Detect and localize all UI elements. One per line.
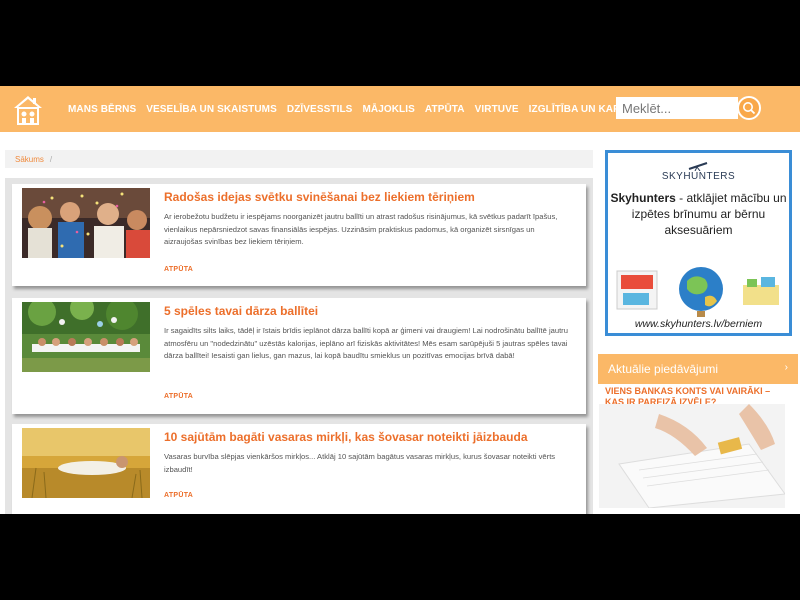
nav-dzivesstils[interactable]: DZĪVESSTILS xyxy=(287,104,353,115)
ad-brand: Skyhunters xyxy=(610,191,676,205)
article-title[interactable]: 10 sajūtām bagāti vasaras mirkļi, kas šo… xyxy=(164,430,574,445)
article-body: 5 spēles tavai dārza ballītei Ir sagaidī… xyxy=(164,304,574,363)
search-icon xyxy=(743,102,756,115)
article-excerpt: Ir sagaidīts silts laiks, tādēļ ir īstai… xyxy=(164,326,568,360)
article-body: Radošas idejas svētku svinēšanai bez lie… xyxy=(164,190,574,249)
search-button[interactable] xyxy=(737,96,761,120)
article-excerpt: Vasaras burvība slēpjas vienkāršos mirkļ… xyxy=(164,452,556,474)
main-nav: MANS BĒRNS VESELĪBA UN SKAISTUMS DZĪVESS… xyxy=(68,86,648,132)
browser-viewport: MANS BĒRNS VESELĪBA UN SKAISTUMS DZĪVESS… xyxy=(0,86,800,514)
article-category[interactable]: ATPŪTA xyxy=(164,393,193,400)
search-box xyxy=(616,96,761,121)
breadcrumb-separator: / xyxy=(49,154,53,164)
article-card[interactable]: 10 sajūtām bagāti vasaras mirkļi, kas šo… xyxy=(12,424,586,514)
ad-title: Skyhunters - atklājiet mācību un izpētes… xyxy=(608,190,789,238)
article-body: 10 sajūtām bagāti vasaras mirkļi, kas šo… xyxy=(164,430,574,476)
article-thumbnail[interactable] xyxy=(22,302,150,372)
article-list: Radošas idejas svētku svinēšanai bez lie… xyxy=(5,178,593,514)
skyhunters-logo: SKYHUNTERS xyxy=(608,161,789,182)
offers-heading: Aktuālie piedāvājumi xyxy=(608,362,719,376)
article-title[interactable]: Radošas idejas svētku svinēšanai bez lie… xyxy=(164,190,574,205)
nav-atputa[interactable]: ATPŪTA xyxy=(425,104,465,115)
article-thumbnail[interactable] xyxy=(22,188,150,258)
search-input[interactable] xyxy=(616,97,738,119)
nav-veseliba[interactable]: VESELĪBA UN SKAISTUMS xyxy=(146,104,277,115)
article-category[interactable]: ATPŪTA xyxy=(164,492,193,499)
article-card[interactable]: Radošas idejas svētku svinēšanai bez lie… xyxy=(12,184,586,286)
nav-mans-berns[interactable]: MANS BĒRNS xyxy=(68,104,136,115)
ad-products-image xyxy=(616,267,779,317)
ad-url[interactable]: www.skyhunters.lv/berniem xyxy=(608,318,789,330)
breadcrumb: Sākums / xyxy=(5,150,593,168)
article-thumbnail[interactable] xyxy=(22,428,150,498)
chevron-right-icon[interactable]: › xyxy=(785,362,788,373)
skyhunters-ad[interactable]: SKYHUNTERS Skyhunters - atklājiet mācību… xyxy=(605,150,792,336)
offers-header[interactable]: Aktuālie piedāvājumi › xyxy=(598,354,798,384)
house-logo-icon[interactable] xyxy=(12,94,44,126)
breadcrumb-home[interactable]: Sākums xyxy=(15,155,44,164)
site-header: MANS BĒRNS VESELĪBA UN SKAISTUMS DZĪVESS… xyxy=(0,86,800,132)
telescope-icon xyxy=(688,162,707,171)
ad-logo-text: SKYHUNTERS xyxy=(661,171,736,182)
nav-virtuve[interactable]: VIRTUVE xyxy=(475,104,519,115)
offer-image[interactable] xyxy=(599,404,785,508)
article-category[interactable]: ATPŪTA xyxy=(164,266,193,273)
article-card[interactable]: 5 spēles tavai dārza ballītei Ir sagaidī… xyxy=(12,298,586,414)
nav-majoklis[interactable]: MĀJOKLIS xyxy=(362,104,414,115)
article-title[interactable]: 5 spēles tavai dārza ballītei xyxy=(164,304,574,319)
article-excerpt: Ar ierobežotu budžetu ir iespējams noorg… xyxy=(164,212,558,246)
